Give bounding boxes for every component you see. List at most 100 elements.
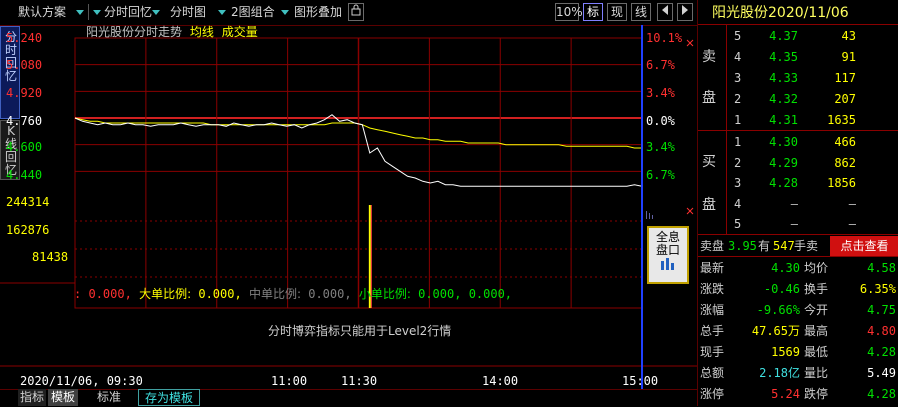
ratio-value: 0.000,: [198, 287, 242, 301]
stat-value: 4.58: [867, 261, 896, 275]
toolbar: 默认方案 分时回忆 分时图 2图组合 图形叠加 10% 标 现 线: [0, 0, 697, 26]
combo-button[interactable]: 2图组合: [231, 3, 275, 21]
level-price: 4.29: [769, 155, 798, 170]
default-scheme-button[interactable]: 默认方案: [18, 3, 66, 21]
pct-tick: 10.1%: [646, 31, 683, 45]
level-price: 4.35: [769, 50, 798, 64]
pct-tick: 3.4%: [646, 86, 675, 100]
tab-standard[interactable]: 标准: [90, 389, 128, 406]
level-number: 4: [734, 50, 742, 64]
order-book-row[interactable]: 1 4.30 466: [698, 132, 898, 152]
stat-value: 6.35%: [859, 282, 896, 296]
prev-icon[interactable]: [657, 3, 673, 21]
stat-value: -9.66%: [756, 303, 800, 317]
price-tick: 4.760: [6, 114, 43, 128]
stat-value: 1569: [771, 345, 800, 359]
price-tick: 5.240: [6, 31, 43, 45]
stat-row: 涨停 5.24 跌停 4.28: [698, 384, 898, 404]
order-book-row[interactable]: 4 4.35 91: [698, 47, 898, 67]
level2-message: 分时博弈指标只能用于Level2行情: [268, 324, 452, 338]
scheme-dropdown-icon[interactable]: [76, 3, 84, 21]
stat-row: 涨幅 -9.66% 今开 4.75: [698, 300, 898, 320]
dropdown-icon[interactable]: [93, 3, 101, 21]
level-price: 4.32: [769, 92, 798, 106]
pct-tick: 6.7%: [646, 58, 675, 72]
stat-row: 总手 47.65万 最高 4.80: [698, 321, 898, 341]
line-button[interactable]: 线: [631, 3, 651, 21]
stat-value: 4.28: [867, 345, 896, 359]
level-volume: 862: [834, 155, 856, 170]
pct-tick: 3.4%: [646, 140, 675, 154]
order-book-row[interactable]: 2 4.29 862: [698, 153, 898, 173]
level-number: 4: [734, 196, 742, 211]
order-book-row[interactable]: 3 4.28 1856: [698, 173, 898, 193]
price-tick: 4.440: [6, 168, 43, 182]
ratio-value: 0.000,: [418, 287, 462, 301]
order-book-row[interactable]: 5 — —: [698, 214, 898, 234]
quote-title: 阳光股份2020/11/06: [712, 5, 849, 21]
lock-icon[interactable]: [348, 3, 364, 21]
level-number: 2: [734, 92, 742, 106]
stat-label: 跌停: [804, 387, 829, 401]
volume-tick: 81438: [32, 250, 69, 264]
ratio-value: 0.000,: [88, 287, 132, 301]
level-volume: —: [848, 217, 856, 231]
tab-indicator[interactable]: 指标: [18, 389, 46, 406]
dropdown-icon[interactable]: [152, 3, 160, 21]
price-tick: 5.080: [6, 58, 43, 72]
now-button[interactable]: 现: [607, 3, 627, 21]
full-panel-button[interactable]: 全息盘口: [647, 226, 689, 284]
level-volume: 43: [841, 29, 856, 43]
full-panel-label: 全息盘口: [656, 230, 681, 257]
tab-template[interactable]: 模板: [48, 389, 78, 406]
level-number: 1: [734, 135, 742, 149]
zoom-pct-button[interactable]: 10%: [555, 3, 583, 21]
big-ratio-label: 大单比例:: [139, 287, 192, 301]
chart-type-button[interactable]: 分时图: [170, 3, 206, 21]
dropdown-icon[interactable]: [218, 3, 226, 21]
replay-button[interactable]: 分时回忆: [104, 3, 152, 21]
stat-label: 换手: [804, 282, 829, 296]
pct-tick: 0.0%: [646, 114, 675, 128]
ratio-value: 0.000,: [308, 287, 352, 301]
save-template-tab[interactable]: 存为模板: [138, 389, 200, 406]
stat-label: 最新: [700, 261, 725, 275]
ratio-line: : 0.000, 大单比例: 0.000, 中单比例: 0.000, 小单比例:…: [74, 287, 513, 301]
overlay-button[interactable]: 图形叠加: [294, 3, 342, 21]
dropdown-icon[interactable]: [281, 3, 289, 21]
stat-label: 均价: [804, 261, 829, 275]
stat-label: 现手: [700, 345, 725, 359]
stat-label: 今开: [804, 303, 829, 317]
level-number: 5: [734, 217, 742, 231]
order-book-row[interactable]: 3 4.33 117: [698, 68, 898, 88]
price-tick: 4.920: [6, 86, 43, 100]
stat-label: 涨幅: [700, 303, 725, 317]
level-price: 4.28: [769, 176, 798, 190]
level-number: 3: [734, 176, 742, 190]
mini-bars-icon: [646, 211, 653, 219]
close-icon: [686, 207, 694, 215]
view-details-link[interactable]: 点击查看: [830, 236, 898, 256]
order-book-row[interactable]: 2 4.32 207: [698, 89, 898, 109]
stat-row: 总额 2.18亿 量比 5.49: [698, 363, 898, 383]
quote-panel: 阳光股份2020/11/06 卖 盘 5 4.37 43 4 4.35 91 3 4.33 11…: [697, 0, 898, 406]
mark-button[interactable]: 标: [583, 3, 603, 21]
stat-label: 总手: [700, 324, 725, 338]
stat-label: 最高: [804, 324, 829, 338]
price-tick: 4.600: [6, 140, 43, 154]
x-tick: 2020/11/06, 09:30: [20, 374, 143, 388]
stat-label: 总额: [700, 366, 725, 380]
stat-value: 5.24: [771, 387, 800, 401]
x-tick: 11:30: [341, 374, 378, 388]
level-volume: 466: [834, 135, 856, 149]
order-book-row[interactable]: 4 — —: [698, 194, 898, 214]
stat-value: 4.28: [867, 387, 896, 401]
stat-row: 涨跌 -0.46 换手 6.35%: [698, 279, 898, 299]
next-icon[interactable]: [677, 3, 693, 21]
stat-row: 现手 1569 最低 4.28: [698, 342, 898, 362]
level-price: 4.33: [769, 71, 798, 85]
x-tick: 11:00: [271, 374, 308, 388]
level-number: 5: [734, 29, 742, 43]
order-book-row[interactable]: 5 4.37 43: [698, 26, 898, 46]
order-book-row[interactable]: 1 4.31 1635: [698, 110, 898, 130]
